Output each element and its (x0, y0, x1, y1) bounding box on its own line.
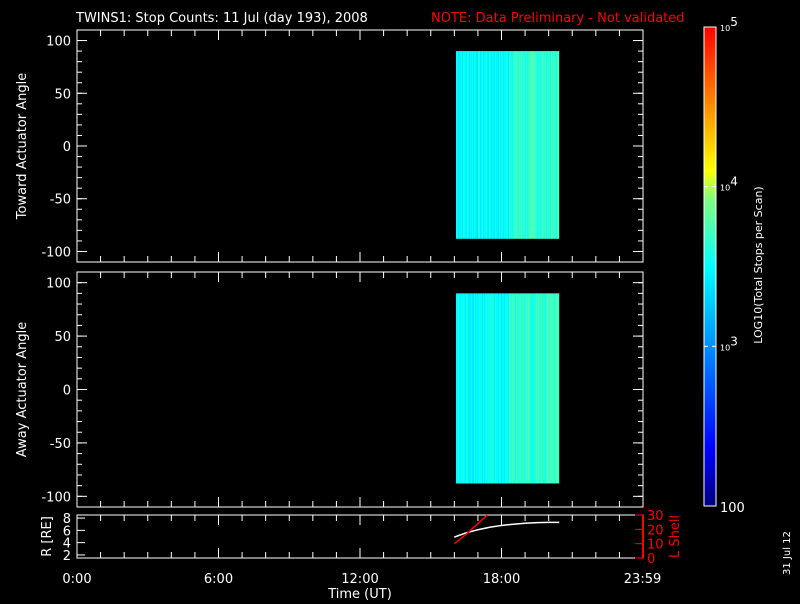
preliminary-note: NOTE: Data Preliminary - Not validated (431, 11, 685, 26)
y-tick-label: 50 (54, 330, 71, 345)
toward-panel: 100 50 0 -50 -100 Toward Actuator Angle (15, 29, 644, 263)
right-y-tick-label: 10 (647, 538, 664, 553)
right-y-tick-label: 30 (647, 509, 664, 524)
y-tick-label: 50 (54, 87, 71, 102)
y-axis-label: Toward Actuator Angle (15, 73, 30, 220)
y-tick-label: 100 (46, 35, 71, 50)
heatmap-column (558, 293, 560, 484)
colorbar-gradient (703, 26, 717, 507)
colorbar-tick-label: 100 (720, 501, 745, 516)
heatmap-column (558, 51, 560, 239)
y-tick-label: 0 (63, 140, 71, 155)
right-y-tick-label: 0 (647, 552, 655, 567)
y-tick-label: -50 (50, 193, 71, 208)
y-tick-label: -100 (41, 245, 71, 260)
x-tick-label: 0:00 (62, 572, 91, 587)
footer-date: 31 Jul 12 (782, 531, 793, 575)
colorbar-tick-label: 104 (720, 175, 738, 193)
colorbar-label: LOG10(Total Stops per Scan) (752, 186, 765, 343)
away-panel: 100 50 0 -50 -100 Away Actuator Angle (15, 271, 644, 508)
plot-title: TWINS1: Stop Counts: 11 Jul (day 193), 2… (75, 11, 368, 26)
x-tick-label: 23:59 (624, 572, 661, 587)
y-tick-label: -50 (50, 437, 71, 452)
y-tick-label: 0 (63, 384, 71, 399)
colorbar-tick-label: 105 (720, 15, 738, 33)
ephemeris-panel: 86423020100R [RE] L Shell0:00 6:00 12:00 18:… (40, 509, 683, 602)
x-tick-label: 18:00 (483, 572, 520, 587)
right-y-tick-label: 20 (647, 523, 664, 538)
plot-canvas: TWINS1: Stop Counts: 11 Jul (day 193), 2… (15, 11, 793, 602)
y-tick-label: 100 (46, 277, 71, 292)
colorbar-tick-label: 103 (720, 334, 738, 352)
x-tick-label: 12:00 (341, 572, 378, 587)
y-axis-label: Away Actuator Angle (15, 322, 30, 457)
x-tick-label: 6:00 (204, 572, 233, 587)
y-tick-label: -100 (41, 490, 71, 505)
right-y-axis-label: L Shell (668, 515, 683, 558)
x-axis-label: Time (UT) (327, 587, 392, 600)
y-axis-label: R [RE] (40, 516, 55, 557)
y-tick-label: 2 (63, 549, 71, 564)
colorbar: 105 104 103 100 LOG10(Total Stops per Scan) (703, 15, 765, 516)
